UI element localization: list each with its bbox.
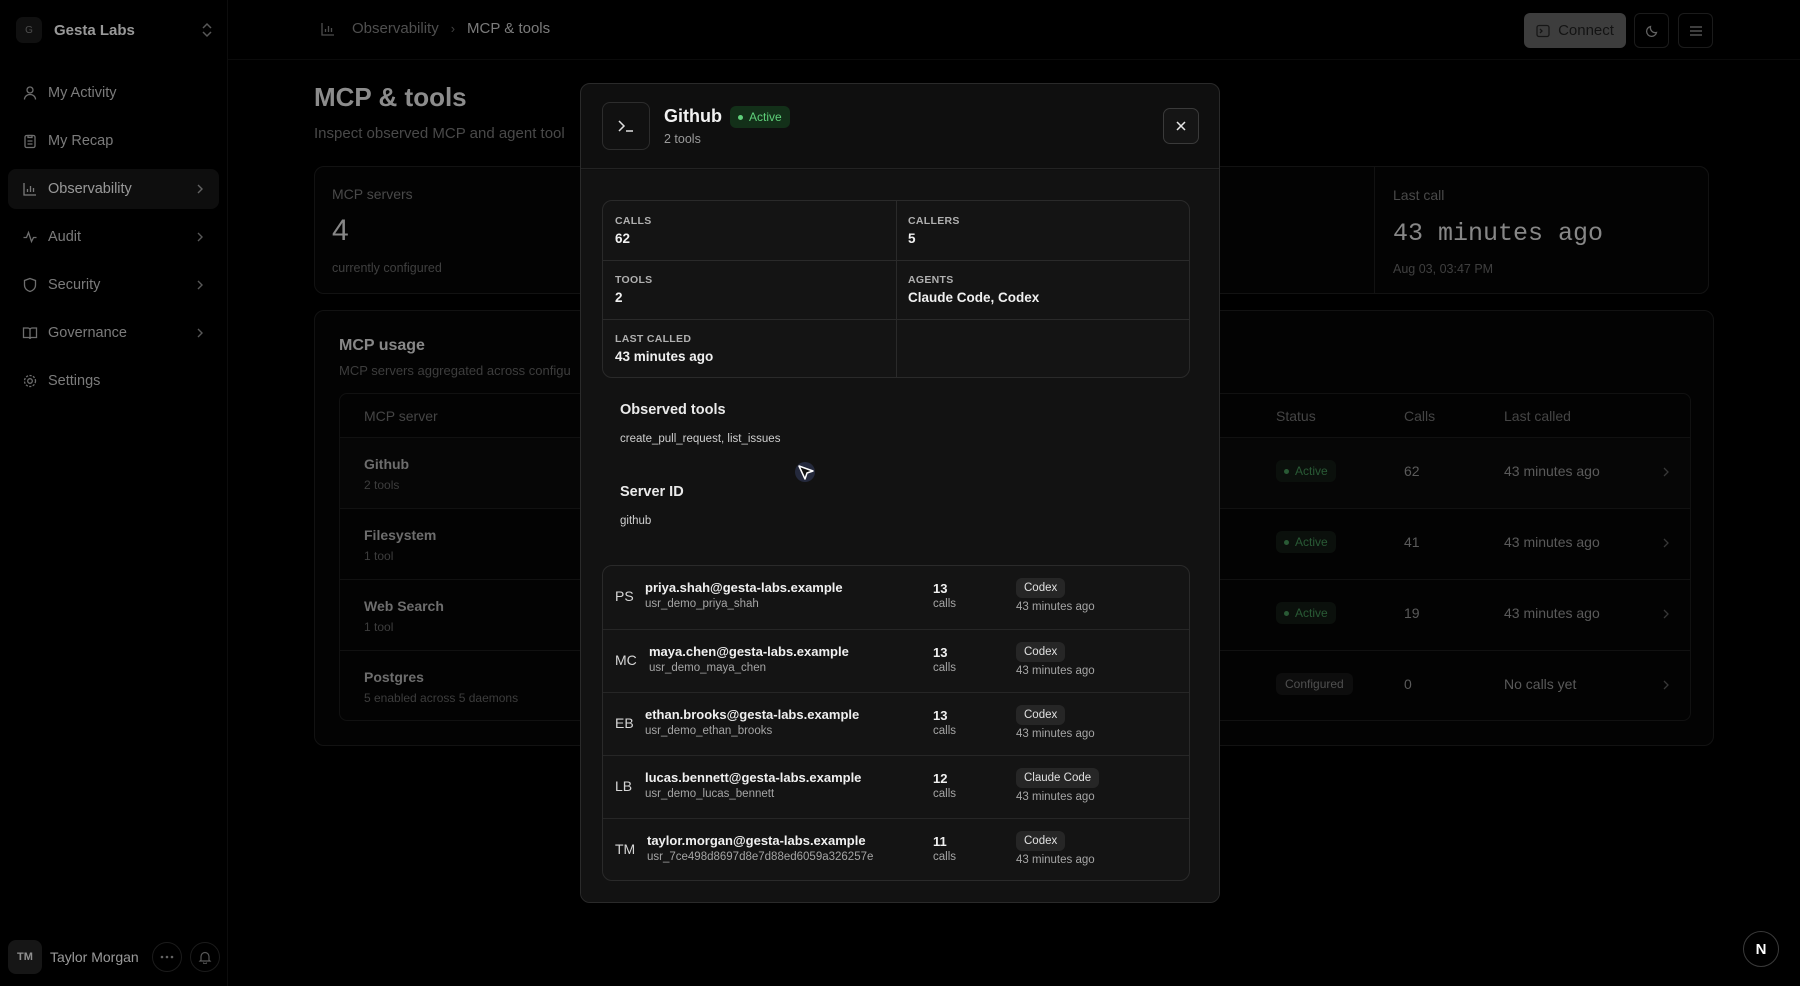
caller-call-count: 13 [933,645,948,660]
server-detail-dialog: Github Active 2 tools CALLS 62 CALLERS 5 T… [580,83,1220,903]
callers-list: PS priya.shah@gesta-labs.example usr_dem… [602,565,1190,881]
dialog-subtitle: 2 tools [664,132,701,146]
terminal-icon [602,102,650,150]
caller-calls-label: calls [933,725,957,737]
mouse-cursor-icon [795,462,815,482]
caller-call-count: 13 [933,708,948,723]
caller-last-time: 43 minutes ago [1016,665,1095,677]
caller-initials: MC [615,652,637,668]
list-item[interactable]: MC maya.chen@gesta-labs.example usr_demo… [603,629,1189,692]
caller-email: lucas.bennett@gesta-labs.example [645,770,862,785]
agent-badge: Codex [1016,642,1066,662]
close-icon [1176,121,1186,131]
caller-email: maya.chen@gesta-labs.example [649,644,849,659]
caller-calls-label: calls [933,788,957,800]
server-id-title: Server ID [620,484,684,500]
caller-calls-label: calls [933,662,957,674]
summary-stats: CALLS 62 CALLERS 5 TOOLS 2 AGENTS Claude Cod… [602,200,1190,378]
agent-badge: Codex [1016,578,1066,598]
caller-initials: TM [615,841,636,857]
stat-agents: AGENTS Claude Code, Codex [908,274,1040,305]
dialog-title: Github [664,106,722,126]
agent-badge: Claude Code [1016,768,1100,788]
list-item[interactable]: LB lucas.bennett@gesta-labs.example usr_… [603,755,1189,818]
caller-last-time: 43 minutes ago [1016,791,1095,803]
caller-id: usr_demo_ethan_brooks [645,725,773,737]
observed-tools-list: create_pull_request, list_issues [620,433,781,445]
caller-call-count: 11 [933,834,947,849]
caller-email: priya.shah@gesta-labs.example [645,580,843,595]
caller-last-time: 43 minutes ago [1016,601,1095,613]
close-button[interactable] [1163,108,1199,144]
stat-callers: CALLERS 5 [908,215,960,246]
framework-badge[interactable]: N [1743,931,1779,967]
caller-call-count: 12 [933,771,948,786]
caller-id: usr_7ce498d8697d8e7d88ed6059a326257e [647,851,874,863]
list-item[interactable]: PS priya.shah@gesta-labs.example usr_dem… [603,566,1189,629]
agent-badge: Codex [1016,705,1066,725]
caller-calls-label: calls [933,598,957,610]
caller-initials: LB [615,778,633,794]
caller-id: usr_demo_lucas_bennett [645,788,775,800]
caller-email: ethan.brooks@gesta-labs.example [645,707,860,722]
dialog-header: Github Active 2 tools [581,84,1219,169]
caller-id: usr_demo_maya_chen [649,662,766,674]
caller-call-count: 13 [933,581,948,596]
status-dot-icon [738,114,743,120]
stat-last-called: LAST CALLED 43 minutes ago [615,333,714,364]
status-badge: Active [730,106,790,128]
list-item[interactable]: EB ethan.brooks@gesta-labs.example usr_d… [603,692,1189,755]
server-id-value: github [620,515,652,527]
caller-initials: EB [615,715,634,731]
caller-id: usr_demo_priya_shah [645,598,759,610]
agent-badge: Codex [1016,831,1066,851]
caller-calls-label: calls [933,851,957,863]
stat-calls: CALLS 62 [615,215,652,246]
list-item[interactable]: TM taylor.morgan@gesta-labs.example usr_… [603,818,1189,880]
caller-initials: PS [615,588,634,604]
caller-last-time: 43 minutes ago [1016,728,1095,740]
stat-tools: TOOLS 2 [615,274,653,305]
caller-email: taylor.morgan@gesta-labs.example [647,833,866,848]
caller-last-time: 43 minutes ago [1016,854,1095,866]
observed-tools-title: Observed tools [620,402,726,418]
